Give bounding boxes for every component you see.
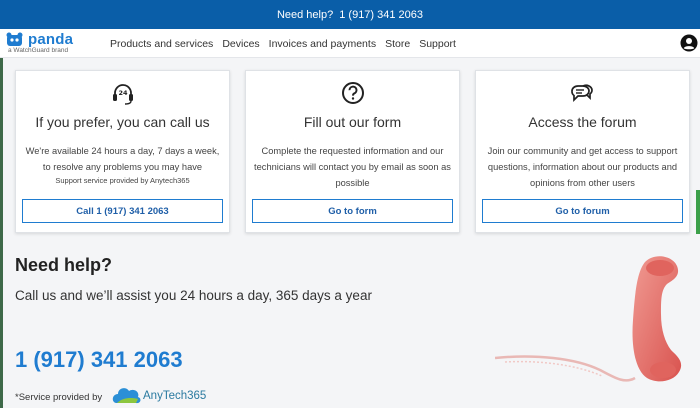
go-to-forum-button[interactable]: Go to forum (482, 199, 683, 223)
nav-item-store[interactable]: Store (385, 38, 410, 50)
nav-item-devices[interactable]: Devices (222, 38, 259, 50)
nav-item-invoices[interactable]: Invoices and payments (269, 38, 376, 50)
card-description: Complete the requested information and o… (254, 143, 451, 191)
nav-links: Products and services Devices Invoices a… (110, 29, 456, 58)
topbar-text: Need help? (276, 8, 334, 21)
anytech-cloud-icon (112, 388, 141, 404)
card-note: Support service provided by Anytech365 (55, 176, 190, 185)
service-provided-label: *Service provided by (15, 392, 103, 403)
svg-text:24: 24 (118, 89, 128, 97)
anytech365-logo: AnyTech365 (112, 384, 207, 408)
form-card: Fill out our form Complete the requested… (245, 70, 460, 233)
card-desc-text: Join our community and get access to sup… (487, 146, 678, 188)
card-desc-text: We're available 24 hours a day, 7 days a… (25, 146, 220, 172)
telephone-handset-illustration (495, 256, 682, 382)
card-description: We're available 24 hours a day, 7 days a… (24, 143, 221, 187)
need-help-heading: Need help? (15, 255, 113, 275)
chat-bubbles-icon (570, 84, 593, 103)
main-navbar: panda a WatchGuard brand Products and se… (0, 29, 700, 58)
card-title: Fill out our form (303, 114, 402, 130)
need-help-subtitle: Call us and we’ll assist you 24 hours a … (15, 288, 372, 303)
card-description: Join our community and get access to sup… (484, 143, 681, 191)
feedback-tab[interactable] (696, 190, 700, 234)
panda-logo[interactable]: panda a WatchGuard brand (4, 31, 104, 57)
go-to-form-button[interactable]: Go to form (252, 199, 453, 223)
card-title: Access the forum (528, 114, 637, 130)
help-topbar: Need help? 1 (917) 341 2063 (0, 0, 700, 29)
headset-24-7-icon: 24 (112, 84, 133, 105)
forum-card: Access the forum Join our community and … (475, 70, 690, 233)
logo-wordmark: panda (28, 31, 74, 48)
call-button[interactable]: Call 1 (917) 341 2063 (22, 199, 223, 223)
question-circle-icon (341, 82, 364, 104)
card-title: If you prefer, you can call us (35, 114, 210, 130)
call-us-card: 24 If you prefer, you can call us We're … (15, 70, 230, 233)
anytech-wordmark: AnyTech365 (143, 390, 207, 402)
logo-subtitle: a WatchGuard brand (8, 47, 69, 54)
panda-paw-icon (6, 32, 23, 46)
help-phone-link[interactable]: 1 (917) 341 2063 (15, 347, 183, 373)
nav-item-products[interactable]: Products and services (110, 38, 213, 50)
topbar-phone-link[interactable]: 1 (917) 341 2063 (339, 9, 423, 21)
user-account-icon[interactable] (680, 34, 698, 52)
nav-item-support[interactable]: Support (419, 38, 456, 50)
left-edge-strip (0, 58, 3, 408)
card-desc-text: Complete the requested information and o… (254, 146, 451, 188)
